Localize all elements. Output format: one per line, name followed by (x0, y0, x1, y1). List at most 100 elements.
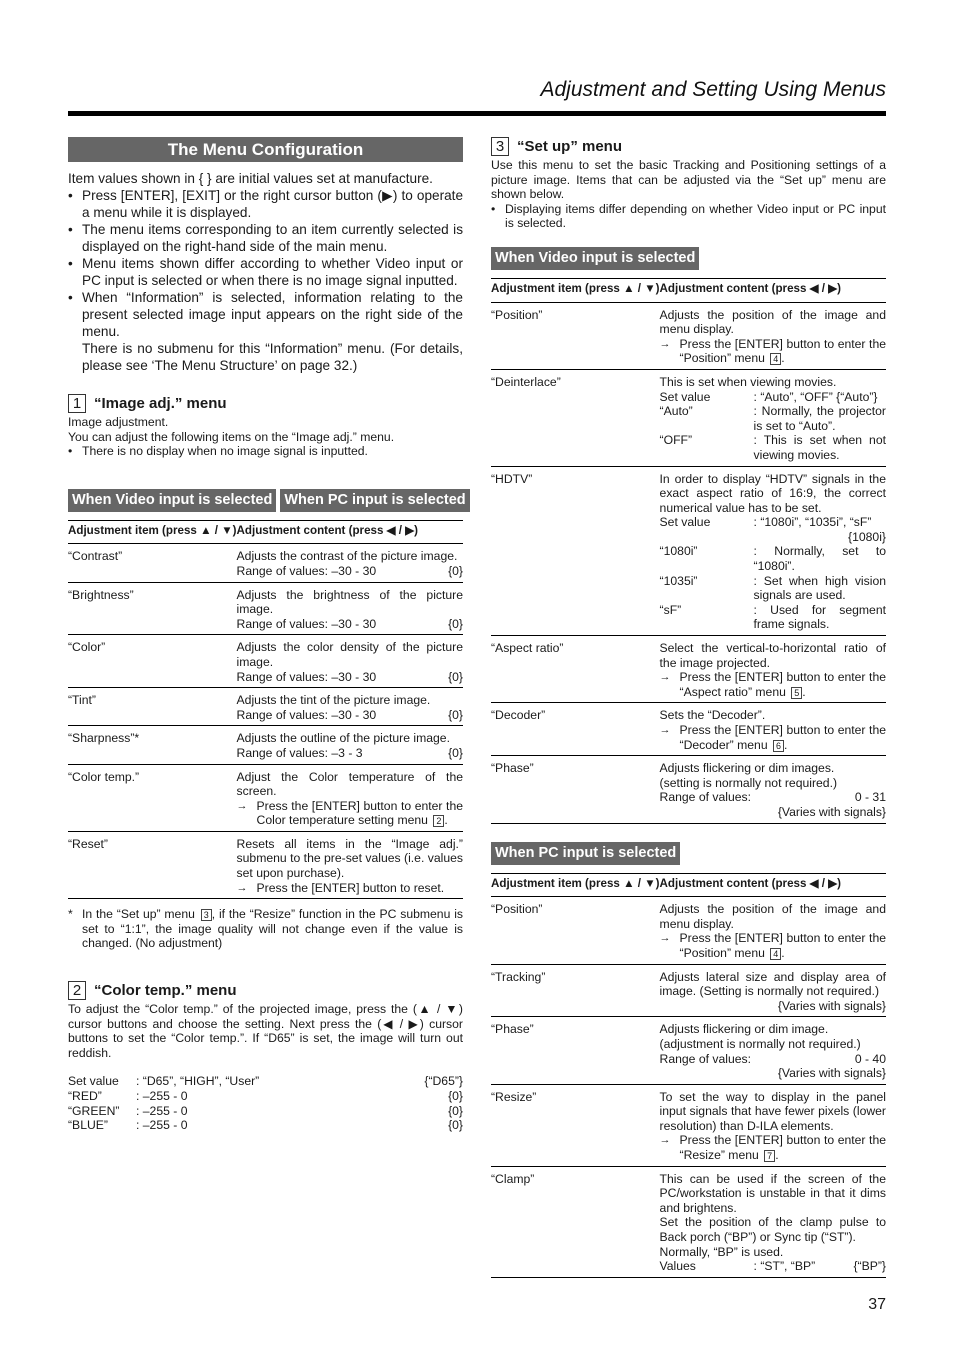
row-desc: Adjusts flickering or dim images. (659, 761, 835, 776)
row-desc: This is set when viewing movies. (659, 374, 837, 389)
arrow-instruction: → Press the [ENTER] button to reset. (237, 881, 463, 896)
row-item: “Phase” (491, 755, 660, 824)
arrow-right-icon: → (659, 337, 671, 350)
table-row: “Deinterlace” This is set when viewing m… (491, 369, 886, 467)
row-desc: Resets all items in the “Image adj.” sub… (236, 836, 463, 881)
color-temp-settings: Set value: “D65”, “HIGH”, “User” {“D65”} … (68, 1074, 463, 1132)
row-item: “Clamp” (491, 1166, 660, 1278)
row-item: “Resize” (491, 1084, 660, 1167)
row-desc: (adjustment is normally not required.) (659, 1036, 861, 1051)
bullet-item: Press [ENTER], [EXIT] or the right curso… (68, 187, 463, 221)
row-item: “Color temp.” (68, 764, 237, 832)
bullet-extra: There is no submenu for this “Informatio… (82, 341, 463, 373)
row-item: “Reset” (68, 831, 237, 900)
table-row: “Reset” Resets all items in the “Image a… (68, 831, 463, 900)
table-row: “Clamp” This can be used if the screen o… (491, 1166, 886, 1278)
row-default: {Varies with signals} (777, 1066, 886, 1081)
footnote-text: In the “Set up” menu (82, 907, 195, 922)
setting-default: {0} (448, 1089, 463, 1103)
instruction-text: Press the [ENTER] button to enter the Co… (256, 798, 463, 828)
setting-value: : “D65”, “HIGH”, “User” (136, 1074, 260, 1089)
kv-key: Set value (659, 515, 711, 530)
range-label: Range of values: (659, 1051, 752, 1066)
bullet-item: Menu items shown differ according to whe… (68, 255, 463, 289)
section-number-box: 3 (491, 137, 509, 156)
bullet-item: The menu items corresponding to an item … (68, 221, 463, 255)
arrow-instruction: → Press the [ENTER] button to enter the “… (659, 1133, 886, 1163)
setting-key: “GREEN” (68, 1103, 120, 1118)
row-content: Adjust the Color temperature of the scre… (236, 764, 463, 832)
kv-row: Set value: “1080i”, “1035i”, “sF” (660, 515, 886, 530)
range-value: 0 - 40 (854, 1051, 886, 1066)
row-content: This is set when viewing movies. Set val… (659, 369, 886, 467)
row-desc: Adjusts flickering or dim image. (659, 1022, 829, 1037)
tab-pc-input: When PC input is selected (280, 488, 470, 512)
arrow-right-icon: → (659, 932, 671, 945)
row-content: In order to display “HDTV” signals in th… (659, 466, 886, 637)
row-item: “Phase” (491, 1016, 660, 1085)
tab-pc-input: When PC input is selected (491, 841, 681, 865)
row-content: Adjusts the contrast of the picture imag… (236, 543, 463, 583)
arrow-instruction: → Press the [ENTER] button to enter the “… (659, 670, 886, 699)
header-rule (68, 111, 886, 116)
row-desc: Adjusts the position of the image and me… (659, 902, 886, 931)
row-default: {0} (448, 669, 463, 684)
table-row: “Phase” Adjusts flickering or dim images… (491, 755, 886, 824)
setting-value: : –255 - 0 (136, 1118, 188, 1133)
section-number-box: 1 (68, 394, 86, 413)
arrow-right-icon: → (236, 881, 248, 894)
row-desc: (setting is normally not required.) (659, 775, 838, 790)
image-adj-heading: 1 “Image adj.” menu (68, 394, 463, 413)
menu-ref-box: 4 (770, 353, 782, 366)
row-desc: Adjusts the contrast of the picture imag… (236, 549, 458, 564)
setup-title: “Set up” menu (517, 138, 623, 155)
instruction-text: Press the [ENTER] button to enter the “A… (679, 670, 886, 699)
row-desc: Sets the “Decoder”. (659, 708, 766, 723)
bullet-item: When “Information” is selected, informat… (68, 289, 463, 340)
arrow-instruction: → Press the [ENTER] button to enter the … (236, 798, 463, 828)
section-banner: The Menu Configuration (68, 137, 463, 162)
row-desc: Adjust the Color temperature of the scre… (236, 769, 463, 799)
range-value: 0 - 31 (854, 790, 886, 805)
image-adj-title: “Image adj.” menu (94, 395, 227, 412)
table-row: “Contrast” Adjusts the contrast of the p… (68, 543, 463, 583)
row-desc: To set the way to display in the panel i… (659, 1089, 886, 1133)
setting-value: : –255 - 0 (136, 1089, 188, 1103)
col-header-item: Adjustment item (press ▲ / ▼) (68, 519, 237, 545)
setting-key: “RED” (68, 1089, 102, 1103)
color-temp-heading: 2 “Color temp.” menu (68, 981, 463, 1001)
instruction-text: Press the [ENTER] button to enter the “P… (679, 931, 886, 960)
row-desc: Select the vertical-to-horizontal ratio … (659, 641, 886, 670)
arrow-right-icon: → (659, 1134, 671, 1147)
table-row: “Brightness” Adjusts the brightness of t… (68, 582, 463, 636)
kv-key: “1080i” (659, 544, 698, 559)
left-column: The Menu Configuration Item values shown… (68, 137, 470, 1133)
row-content: Adjusts the position of the image and me… (659, 302, 886, 370)
menu-ref-box: 3 (200, 909, 212, 922)
menu-ref-box: 6 (773, 739, 784, 752)
bullet-item: There is no display when no image signal… (68, 444, 463, 459)
col-header-item: Adjustment item (press ▲ / ▼) (491, 277, 660, 303)
input-tabs: When Video input is selected When PC inp… (68, 488, 470, 512)
kv-value: : “Auto”, “OFF” {“Auto”} (753, 389, 878, 404)
page-header-title: Adjustment and Setting Using Menus (540, 78, 886, 101)
menu-ref-box: 4 (770, 947, 782, 960)
kv-row: Set value: “Auto”, “OFF” {“Auto”} (660, 390, 886, 405)
image-adj-desc: Image adjustment. You can adjust the fol… (68, 415, 463, 459)
row-default: {0} (448, 616, 463, 631)
col-header-content: Adjustment content (press ◀ / ▶) (236, 519, 463, 545)
kv-key: “Auto” (659, 404, 693, 419)
tab-video-input: When Video input is selected (491, 246, 700, 270)
row-item: “Brightness” (68, 582, 237, 636)
kv-key: “OFF” (659, 433, 693, 448)
image-adj-table: Adjustment item (press ▲ / ▼) Adjustment… (68, 519, 463, 900)
row-item: “Decoder” (491, 702, 660, 757)
intro-block: Item values shown in { } are initial val… (68, 170, 463, 374)
row-default: {0} (448, 745, 463, 760)
kv-key: “1035i” (659, 573, 698, 588)
row-desc: Adjusts the color density of the picture… (236, 640, 463, 669)
color-temp-title: “Color temp.” menu (94, 982, 237, 1000)
kv-value: : Set when high vision signals are used. (753, 573, 886, 603)
table-row: “Sharpness”* Adjusts the outline of the … (68, 725, 463, 765)
row-desc: In order to display “HDTV” signals in th… (659, 471, 886, 515)
